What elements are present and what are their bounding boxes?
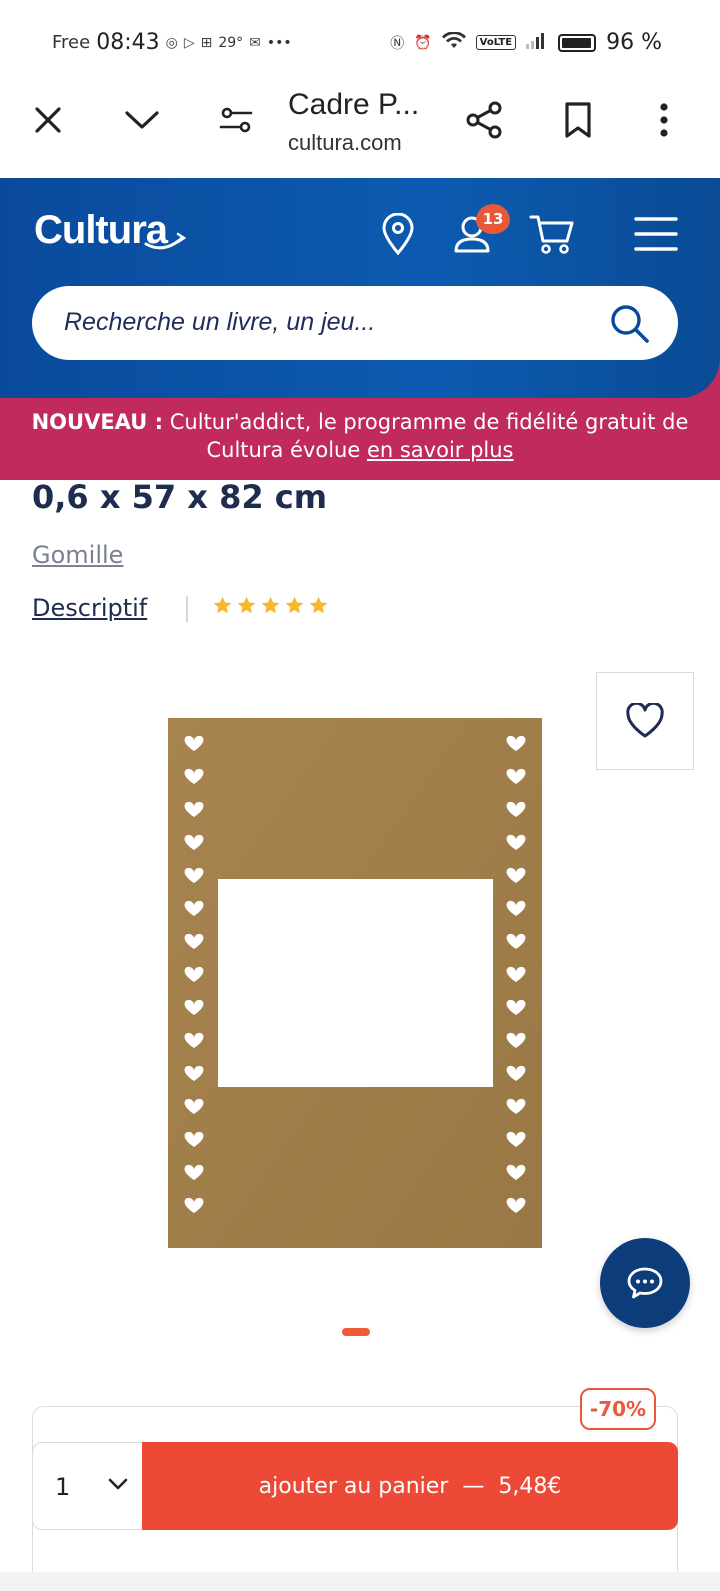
bottom-edge	[0, 1572, 720, 1591]
star-icon	[261, 596, 280, 614]
status-bar: Free 08:43 ◎ ▷ ⊞ 29° ✉ ••• Ⓝ ⏰ VoLTE 96 …	[0, 0, 720, 84]
notification-badge: 13	[476, 204, 510, 234]
close-icon[interactable]	[26, 98, 70, 142]
favorite-button[interactable]	[596, 672, 694, 770]
star-icon	[237, 596, 256, 614]
chevron-down-icon[interactable]	[120, 98, 164, 142]
site-header: Cultura 13 Recherche un livre, un jeu...	[0, 178, 720, 398]
search-input[interactable]: Recherche un livre, un jeu...	[64, 308, 375, 337]
share-icon[interactable]	[462, 98, 506, 142]
more-vertical-icon[interactable]	[642, 98, 686, 142]
brand-link[interactable]: Gomille	[32, 541, 123, 569]
nfc-icon: Ⓝ	[390, 35, 405, 52]
menu-icon[interactable]	[632, 210, 680, 258]
promo-link[interactable]: en savoir plus	[367, 438, 514, 462]
photo-window	[218, 879, 493, 1087]
mail-icon: ✉	[249, 34, 261, 51]
browser-toolbar: Cadre P... cultura.com	[0, 84, 720, 178]
alarm-icon: ⏰	[414, 34, 432, 51]
star-icon	[213, 596, 232, 614]
wifi-icon	[441, 30, 466, 54]
battery-level	[562, 37, 592, 48]
add-to-cart-label: ajouter au panier	[258, 1473, 449, 1499]
add-to-cart-button[interactable]: ajouter au panier — 5,48€	[142, 1442, 678, 1530]
page-title[interactable]: Cadre P...	[288, 88, 419, 122]
add-to-cart-price: 5,48€	[498, 1473, 562, 1499]
chat-icon	[627, 1267, 663, 1299]
product-image[interactable]	[168, 718, 542, 1248]
carousel-indicator[interactable]	[342, 1328, 370, 1336]
cart-icon[interactable]	[528, 210, 576, 258]
battery-icon	[558, 33, 597, 52]
network-badge: VoLTE	[475, 35, 517, 50]
settings-sliders-icon[interactable]	[214, 98, 258, 142]
quantity-value: 1	[55, 1473, 71, 1501]
description-link[interactable]: Descriptif	[32, 594, 147, 622]
whatsapp-icon: ◎	[165, 34, 178, 51]
bookmark-icon[interactable]	[556, 98, 600, 142]
heart-icon	[626, 703, 664, 738]
loyalty-promo-banner: NOUVEAU : Cultur'addict, le programme de…	[0, 398, 720, 480]
page-url[interactable]: cultura.com	[288, 130, 402, 156]
star-icon	[285, 596, 304, 614]
promo-prefix: NOUVEAU :	[31, 410, 164, 434]
chat-button[interactable]	[600, 1238, 690, 1328]
clock: 08:43	[96, 30, 160, 55]
divider	[186, 596, 188, 622]
app-notification-icon: ⊞	[200, 34, 213, 51]
search-bar[interactable]: Recherche un livre, un jeu...	[32, 286, 678, 360]
location-pin-icon[interactable]	[374, 210, 422, 258]
battery-percent: 96 %	[606, 30, 662, 55]
play-store-icon: ▷	[183, 34, 195, 51]
quantity-select[interactable]: 1	[32, 1442, 144, 1530]
rating-stars[interactable]	[212, 595, 329, 616]
logo-swoosh-icon	[144, 232, 187, 250]
status-left: Free 08:43 ◎ ▷ ⊞ 29° ✉ •••	[52, 30, 292, 55]
signal-icon	[526, 30, 548, 55]
more-notifications: •••	[266, 34, 292, 51]
chevron-down-icon	[108, 1478, 128, 1490]
temperature: 29°	[218, 34, 244, 51]
discount-badge: -70%	[580, 1388, 656, 1430]
add-to-cart-separator: —	[462, 1473, 485, 1499]
search-icon[interactable]	[608, 302, 650, 348]
star-icon	[309, 596, 328, 614]
product-dimensions: 0,6 x 57 x 82 cm	[32, 478, 328, 516]
carrier-label: Free	[52, 32, 91, 53]
page: Free 08:43 ◎ ▷ ⊞ 29° ✉ ••• Ⓝ ⏰ VoLTE 96 …	[0, 0, 720, 1591]
status-right: Ⓝ ⏰ VoLTE 96 %	[390, 30, 662, 55]
